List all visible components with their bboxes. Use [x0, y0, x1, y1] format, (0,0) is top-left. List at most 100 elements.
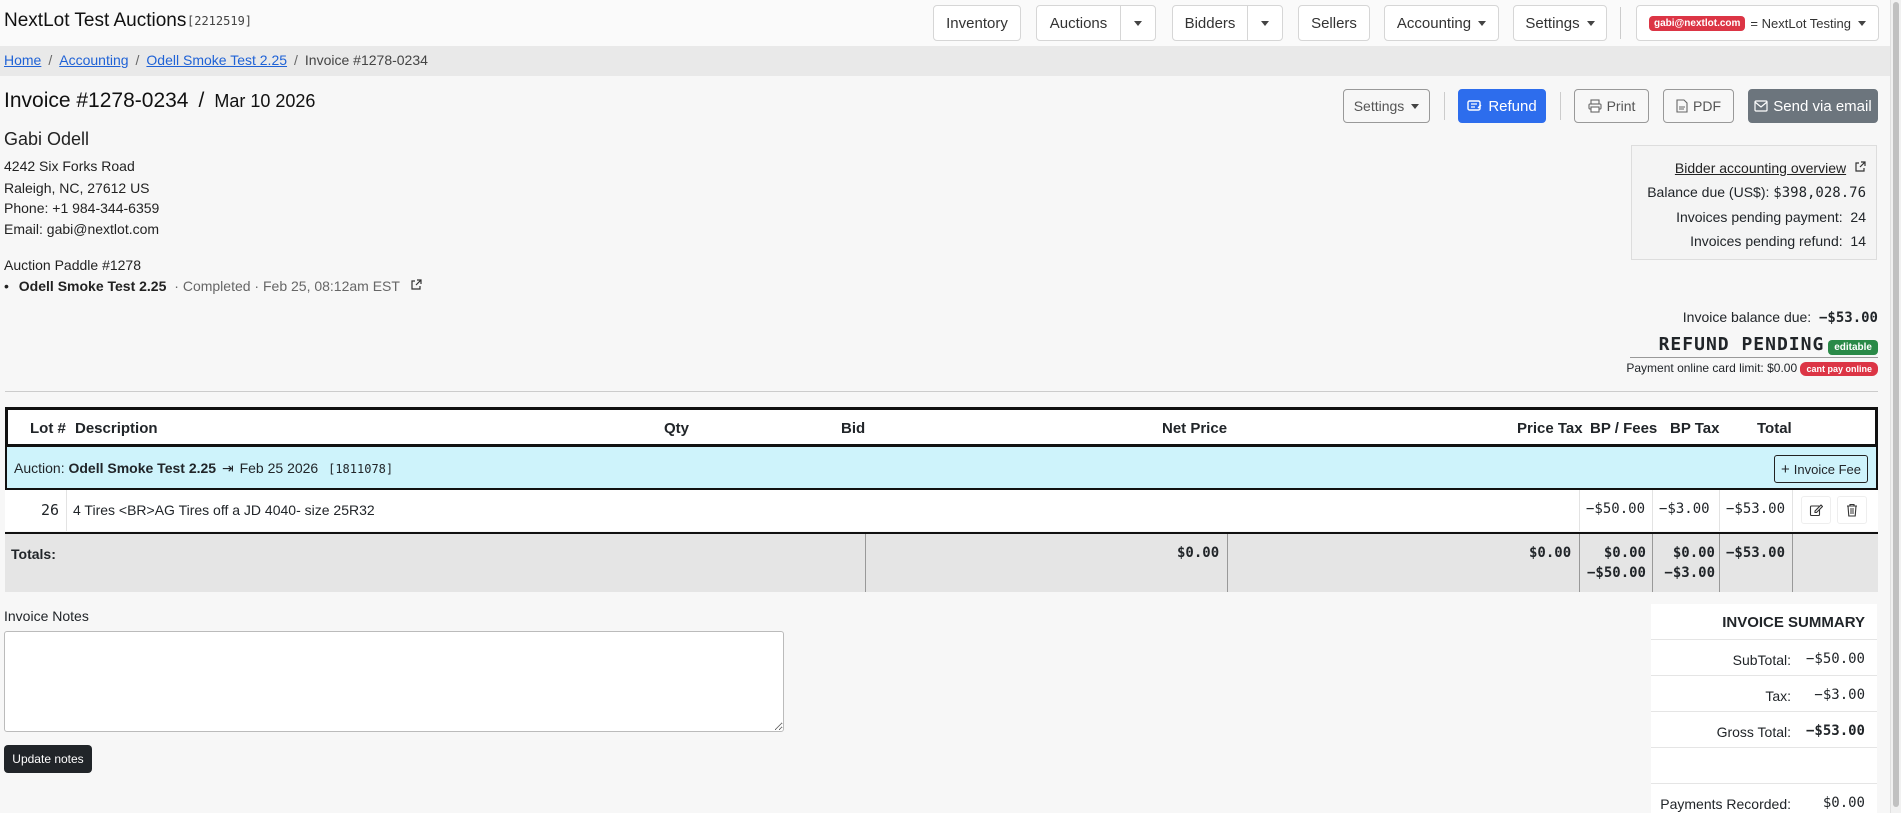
auction-name[interactable]: Odell Smoke Test 2.25 — [19, 278, 167, 294]
totals-divider — [1719, 534, 1720, 592]
summary-title: INVOICE SUMMARY — [1722, 614, 1865, 631]
nav-auctions-label: Auctions — [1049, 14, 1108, 32]
page-scrollbar[interactable] — [1890, 0, 1901, 813]
row-bp-fees: −$50.00 — [1586, 501, 1646, 517]
app-id: [2212519] — [187, 14, 253, 28]
cell-divider — [1652, 490, 1653, 531]
update-notes-button[interactable]: Update notes — [4, 745, 92, 773]
chevron-down-icon — [1134, 20, 1142, 26]
pending-payment-label: Invoices pending payment: — [1676, 209, 1843, 225]
breadcrumb-accounting[interactable]: Accounting — [59, 52, 128, 68]
chevron-down-icon — [1411, 103, 1420, 109]
totals-divider — [865, 534, 866, 592]
chevron-down-icon — [1261, 20, 1269, 26]
totals-bp-fees-refund: −$50.00 — [1586, 565, 1646, 581]
auction-group-name[interactable]: Odell Smoke Test 2.25 — [68, 460, 216, 476]
customer-address-line1: 4242 Six Forks Road — [4, 158, 135, 174]
col-bp-fees: BP / Fees — [1590, 420, 1658, 437]
actions-divider-2 — [1560, 92, 1561, 120]
col-lot: Lot # — [30, 420, 66, 437]
print-button[interactable]: Print — [1574, 89, 1649, 123]
actions-divider — [1444, 92, 1445, 120]
cell-divider — [66, 490, 67, 531]
user-menu-button[interactable]: gabi@nextlot.com = NextLot Testing — [1636, 5, 1879, 41]
breadcrumb-home[interactable]: Home — [4, 52, 41, 68]
summary-tax-row: Tax: −$3.00 — [1651, 676, 1877, 712]
nav-inventory-button[interactable]: Inventory — [933, 5, 1021, 41]
summary-title-row: INVOICE SUMMARY — [1651, 604, 1877, 640]
balance-due-value: $398,028.76 — [1773, 185, 1866, 201]
scrollbar-thumb[interactable] — [1893, 2, 1899, 807]
bidder-overview-row: Bidder accounting overview — [1632, 160, 1866, 176]
summary-spacer-row — [1651, 748, 1877, 784]
col-bp-tax: BP Tax — [1670, 420, 1720, 437]
table-row: 26 4 Tires <BR>AG Tires off a JD 4040- s… — [5, 490, 1878, 531]
col-total: Total — [1757, 420, 1792, 437]
totals-divider — [1792, 534, 1793, 592]
invoice-state: REFUND PENDING editable — [1630, 334, 1878, 358]
gross-total-label: Gross Total: — [1716, 724, 1791, 740]
send-email-button[interactable]: Send via email — [1748, 89, 1878, 123]
row-lot-number: 26 — [41, 501, 60, 519]
cant-pay-online-badge: cant pay online — [1800, 362, 1878, 376]
nav-sellers-button[interactable]: Sellers — [1298, 5, 1370, 41]
external-link-icon[interactable] — [410, 279, 422, 291]
cell-divider — [1792, 490, 1793, 531]
totals-divider — [1227, 534, 1228, 592]
totals-bp-tax-refund: −$3.00 — [1664, 565, 1715, 581]
balance-due-label: Balance due (US$): — [1647, 184, 1770, 200]
plus-icon: + — [1781, 460, 1790, 478]
gross-total-value: −$53.00 — [1805, 723, 1865, 739]
nav-settings-label: Settings — [1525, 14, 1580, 32]
totals-bp-fees: $0.00 — [1603, 545, 1646, 561]
edit-icon — [1809, 504, 1823, 517]
auction-group-id: [1811078] — [328, 462, 394, 476]
app-title: NextLot Test Auctions — [4, 10, 187, 31]
nav-auctions-button[interactable]: Auctions — [1036, 5, 1121, 41]
col-net-price: Net Price — [1162, 420, 1228, 437]
refund-button[interactable]: Refund — [1458, 89, 1546, 123]
nav-bidders-dropdown[interactable] — [1247, 5, 1283, 41]
totals-bp-tax: $0.00 — [1672, 545, 1715, 561]
invoice-settings-button[interactable]: Settings — [1343, 89, 1430, 123]
tax-label: Tax: — [1765, 688, 1791, 704]
auction-status: · Completed · Feb 25, 08:12am EST — [174, 278, 400, 294]
subtotal-value: −$50.00 — [1805, 651, 1865, 667]
invoice-summary: INVOICE SUMMARY SubTotal: −$50.00 Tax: −… — [1651, 604, 1877, 813]
edit-row-button[interactable] — [1801, 496, 1831, 524]
items-table-header: Lot # Description Qty Bid Net Price Pric… — [5, 407, 1878, 447]
nav-bidders-button[interactable]: Bidders — [1172, 5, 1248, 41]
auction-group-title: Auction: Odell Smoke Test 2.25 ⇥ Feb 25 … — [14, 460, 393, 477]
nav-accounting-button[interactable]: Accounting — [1384, 5, 1499, 41]
invoice-notes-textarea[interactable] — [4, 631, 784, 732]
row-bp-tax: −$3.00 — [1659, 501, 1710, 517]
editable-badge: editable — [1828, 340, 1878, 355]
card-limit-label: Payment online card limit: $0.00 — [1626, 361, 1798, 375]
delete-row-button[interactable] — [1837, 496, 1867, 524]
summary-payments-row: Payments Recorded: $0.00 — [1651, 784, 1877, 813]
add-invoice-fee-button[interactable]: + Invoice Fee — [1774, 455, 1868, 483]
nav-settings-button[interactable]: Settings — [1513, 5, 1607, 41]
breadcrumb-current: Invoice #1278-0234 — [304, 52, 428, 68]
invoice-balance-label: Invoice balance due: — [1682, 309, 1812, 325]
trash-icon — [1847, 503, 1857, 517]
totals-row: Totals: $0.00 $0.00 $0.00 −$50.00 $0.00 … — [5, 532, 1878, 592]
auction-paddle: Auction Paddle #1278 — [4, 257, 141, 273]
pdf-button[interactable]: PDF — [1663, 89, 1734, 123]
user-email-badge: gabi@nextlot.com — [1648, 15, 1746, 31]
row-description: 4 Tires <BR>AG Tires off a JD 4040- size… — [73, 502, 375, 518]
chevron-down-icon — [1478, 20, 1487, 26]
send-email-label: Send via email — [1773, 97, 1872, 115]
totals-label: Totals: — [11, 546, 56, 562]
nav-auctions-dropdown[interactable] — [1120, 5, 1156, 41]
page-title: Invoice #1278-0234/Mar 10 2026 — [4, 89, 316, 112]
invoice-date: Mar 10 2026 — [214, 91, 316, 111]
invoice-state-label: REFUND PENDING — [1658, 334, 1825, 355]
user-account-label: = NextLot Testing — [1750, 15, 1851, 31]
file-pdf-icon — [1676, 99, 1688, 113]
subtotal-label: SubTotal: — [1732, 652, 1791, 668]
bidder-accounting-link[interactable]: Bidder accounting overview — [1675, 160, 1846, 176]
external-link-icon[interactable] — [1854, 161, 1866, 173]
breadcrumb-auction[interactable]: Odell Smoke Test 2.25 — [146, 52, 287, 68]
cell-divider — [1579, 490, 1580, 531]
